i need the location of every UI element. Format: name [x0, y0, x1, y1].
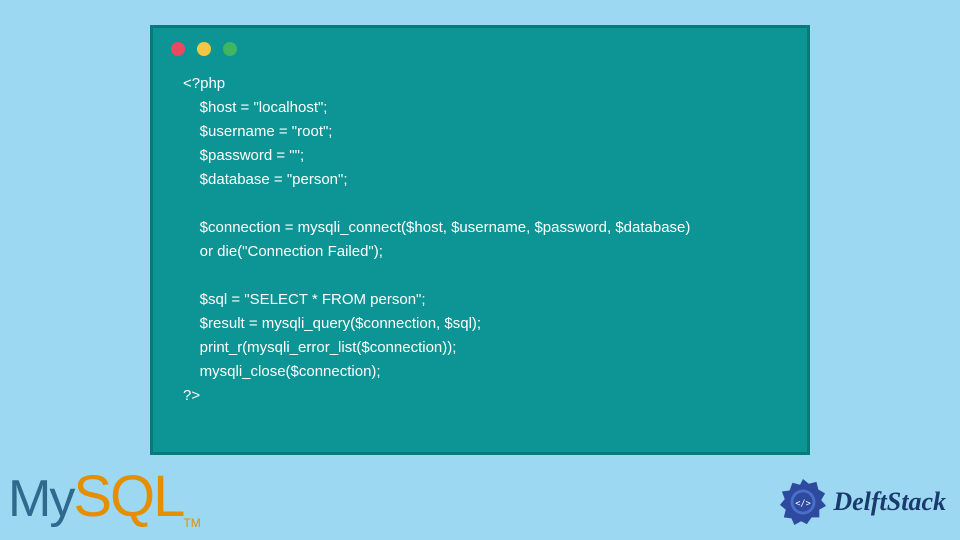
- mysql-logo-sql: SQL: [73, 464, 183, 529]
- code-line: $sql = "SELECT * FROM person";: [183, 291, 426, 308]
- code-line: $username = "root";: [183, 123, 332, 140]
- code-window: <?php $host = "localhost"; $username = "…: [150, 25, 810, 455]
- svg-text:</>: </>: [796, 499, 812, 509]
- code-line: $result = mysqli_query($connection, $sql…: [183, 315, 481, 332]
- code-line: $password = "";: [183, 147, 304, 164]
- delftstack-icon: </>: [779, 478, 827, 526]
- code-line: <?php: [183, 75, 225, 92]
- code-block: <?php $host = "localhost"; $username = "…: [153, 62, 807, 418]
- close-icon: [171, 42, 185, 56]
- code-line: $database = "person";: [183, 171, 348, 188]
- code-line: mysqli_close($connection);: [183, 363, 381, 380]
- delftstack-text: DelftStack: [833, 487, 946, 517]
- mysql-logo: MySQLTM: [8, 463, 201, 530]
- code-line: $host = "localhost";: [183, 99, 327, 116]
- window-controls: [153, 28, 807, 62]
- code-line: $connection = mysqli_connect($host, $use…: [183, 219, 690, 236]
- code-line: print_r(mysqli_error_list($connection));: [183, 339, 456, 356]
- mysql-logo-tm: TM: [183, 516, 200, 530]
- mysql-logo-my: My: [8, 470, 73, 528]
- minimize-icon: [197, 42, 211, 56]
- maximize-icon: [223, 42, 237, 56]
- code-line: or die("Connection Failed");: [183, 243, 383, 260]
- delftstack-logo: </> DelftStack: [779, 478, 946, 526]
- code-line: ?>: [183, 387, 200, 404]
